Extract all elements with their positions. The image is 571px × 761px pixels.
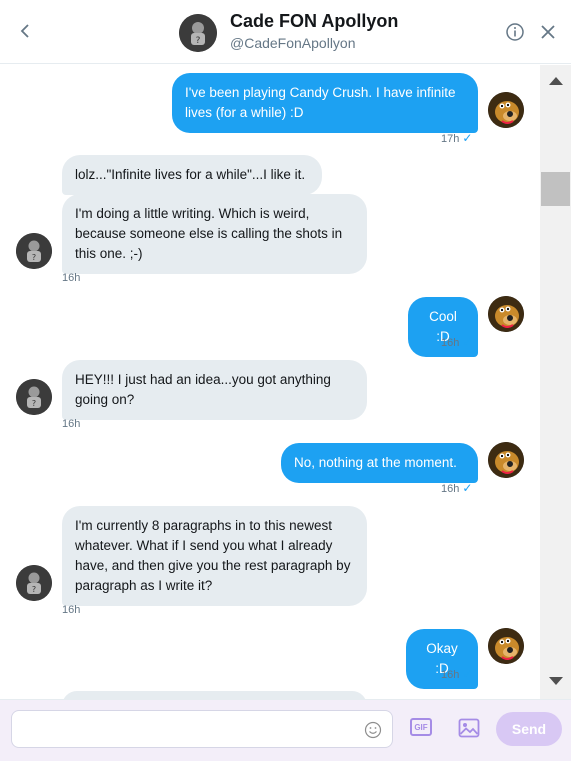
gif-icon-label: GIF (414, 722, 428, 732)
message-bubble-outgoing[interactable]: No, nothing at the moment. (281, 443, 478, 483)
image-button[interactable] (458, 718, 480, 738)
image-icon (458, 718, 480, 738)
svg-text:?: ? (196, 36, 201, 46)
read-check-icon: ✓ (462, 667, 473, 681)
read-check-icon: ✓ (462, 131, 473, 145)
scroll-down-arrow-icon[interactable] (549, 677, 563, 685)
contact-name[interactable]: Cade FON Apollyon (230, 11, 398, 32)
chevron-left-icon (20, 24, 29, 38)
message-meta: 16h ✓ (441, 481, 473, 495)
scrollbar[interactable] (540, 65, 571, 699)
gif-button[interactable]: GIF (410, 718, 432, 736)
info-button[interactable] (505, 22, 525, 42)
emoji-button[interactable] (364, 721, 382, 739)
contact-message-avatar[interactable]: ? (16, 233, 52, 269)
emoji-icon (364, 721, 382, 739)
scroll-up-arrow-icon[interactable] (549, 77, 563, 85)
message-meta: 16h ✓ (441, 667, 473, 681)
my-avatar[interactable] (488, 628, 524, 664)
read-check-icon: ✓ (462, 335, 473, 349)
contact-message-avatar[interactable]: ? (16, 379, 52, 415)
message-time: 16h (62, 272, 81, 284)
message-composer: GIF Send (0, 699, 571, 761)
scrollbar-thumb[interactable] (541, 172, 570, 206)
svg-text:?: ? (32, 253, 36, 262)
message-input[interactable] (11, 710, 393, 748)
message-time: 16h (62, 604, 81, 616)
message-meta: 16h ✓ (441, 335, 473, 349)
my-avatar[interactable] (488, 92, 524, 128)
contact-avatar[interactable]: ? (179, 14, 217, 52)
contact-handle: @CadeFonApollyon (230, 35, 356, 51)
close-button[interactable] (539, 23, 557, 41)
svg-text:?: ? (32, 399, 36, 408)
message-bubble-incoming[interactable]: lolz..."Infinite lives for a while"...I … (62, 155, 322, 195)
info-icon (506, 23, 524, 41)
contact-message-avatar[interactable]: ? (16, 565, 52, 601)
message-bubble-incoming[interactable]: I'm currently 8 paragraphs in to this ne… (62, 506, 367, 606)
message-time: 16h (62, 418, 81, 430)
message-bubble-outgoing[interactable]: I've been playing Candy Crush. I have in… (172, 73, 478, 133)
back-button[interactable] (14, 20, 36, 42)
my-avatar[interactable] (488, 442, 524, 478)
my-avatar[interactable] (488, 296, 524, 332)
send-button[interactable]: Send (496, 712, 562, 746)
message-meta: 17h ✓ (441, 131, 473, 145)
message-bubble-incoming[interactable]: HEY!!! I just had an idea...you got anyt… (62, 360, 367, 420)
close-icon (541, 25, 555, 39)
message-bubble-incoming-partial[interactable] (62, 691, 367, 699)
message-bubble-incoming[interactable]: I'm doing a little writing. Which is wei… (62, 194, 367, 274)
conversation-header: ? Cade FON Apollyon @CadeFonApollyon (0, 0, 571, 64)
read-check-icon: ✓ (462, 481, 473, 495)
svg-text:?: ? (32, 585, 36, 594)
message-list[interactable]: I've been playing Candy Crush. I have in… (0, 65, 540, 699)
